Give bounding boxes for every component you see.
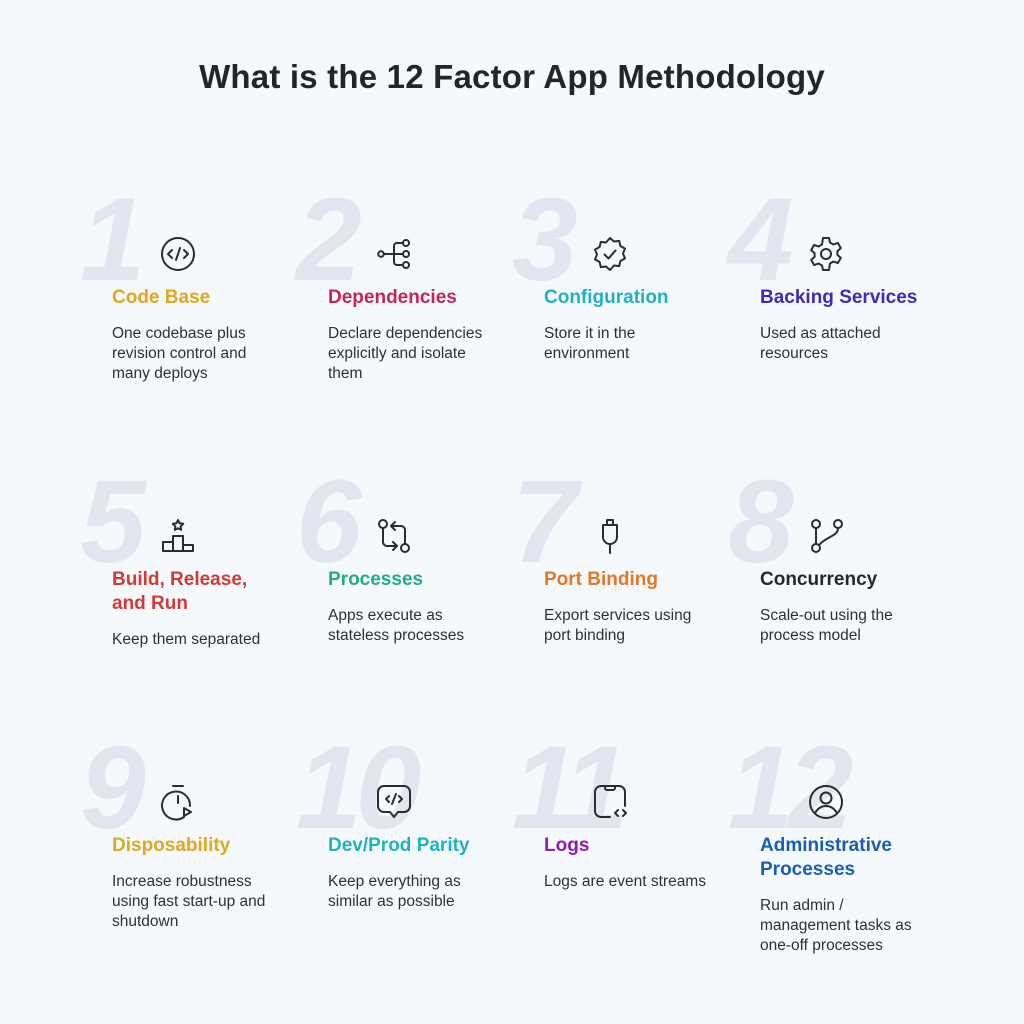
factor-title: Dependencies	[328, 287, 457, 308]
factor-description: Apps execute as stateless processes	[328, 607, 465, 644]
factor-title: Backing Services	[760, 287, 918, 308]
factor-title: Build, Release, and Run	[112, 569, 248, 614]
factor-number: 4	[728, 174, 794, 306]
factor-number: 2	[296, 174, 362, 306]
factor-title: Concurrency	[760, 569, 878, 590]
verified-badge-icon	[590, 234, 630, 274]
factor-title: Processes	[328, 569, 424, 590]
factor-card-2: 2 Dependencies Declare dependencies expl…	[296, 174, 496, 420]
factor-description: Run admin / management tasks as one-off …	[760, 897, 912, 954]
hierarchy-icon	[374, 234, 414, 274]
factor-card-12: 12 Administrative Processes Run admin / …	[728, 729, 928, 968]
plug-icon	[590, 516, 630, 556]
factor-description: Used as attached resources	[760, 325, 881, 362]
factor-title: Administrative Processes	[760, 835, 892, 880]
factor-card-10: 10 Dev/Prod Parity Keep everything as si…	[296, 729, 496, 968]
factor-card-7: 7 Port Binding Export services using por…	[512, 456, 712, 702]
factor-card-4: 4 Backing Services Used as attached reso…	[728, 174, 928, 420]
factor-card-8: 8 Concurrency Scale-out using the proces…	[728, 456, 928, 702]
code-message-icon	[374, 782, 414, 822]
factor-title: Dev/Prod Parity	[328, 835, 470, 856]
factor-card-6: 6 Processes Apps execute as stateless pr…	[296, 456, 496, 702]
factor-description: Store it in the environment	[544, 325, 636, 362]
user-circle-icon	[806, 782, 846, 822]
factor-card-9: 9 Disposability Increase robustness usin…	[80, 722, 280, 968]
factor-number: 5	[80, 456, 146, 588]
factor-description: Increase robustness using fast start-up …	[112, 873, 266, 930]
git-compare-icon	[374, 516, 414, 556]
factor-description: Scale-out using the process model	[760, 607, 893, 644]
factor-number: 7	[512, 456, 578, 588]
factor-title: Configuration	[544, 287, 669, 308]
gear-icon	[806, 234, 846, 274]
factor-card-1: 1 Code Base One codebase plus revision c…	[80, 174, 280, 420]
factor-number: 3	[512, 174, 578, 306]
factor-description: Logs are event streams	[544, 873, 706, 890]
factor-description: One codebase plus revision control and m…	[112, 325, 247, 382]
factor-title: Disposability	[112, 835, 231, 856]
podium-star-icon	[158, 516, 198, 556]
factor-number: 9	[80, 722, 146, 854]
factor-description: Keep everything as similar as possible	[328, 873, 461, 910]
factor-number: 1	[80, 174, 146, 306]
factor-number: 8	[728, 456, 794, 588]
factor-card-11: 11 Logs Logs are event streams	[512, 729, 712, 968]
factor-title: Code Base	[112, 287, 211, 308]
git-branch-icon	[806, 516, 846, 556]
factor-title: Logs	[544, 835, 590, 856]
factor-description: Declare dependencies explicitly and isol…	[328, 325, 483, 382]
factor-description: Export services using port binding	[544, 607, 692, 644]
timer-play-icon	[158, 782, 198, 822]
device-code-icon	[590, 782, 630, 822]
page-title: What is the 12 Factor App Methodology	[199, 58, 825, 95]
factor-description: Keep them separated	[112, 631, 261, 648]
factor-number: 6	[296, 456, 362, 588]
factor-title: Port Binding	[544, 569, 658, 590]
factor-card-3: 3 Configuration Store it in the environm…	[512, 174, 712, 420]
factor-card-5: 5 Build, Release, and Run Keep them sepa…	[80, 456, 280, 702]
code-circle-icon	[158, 234, 198, 274]
